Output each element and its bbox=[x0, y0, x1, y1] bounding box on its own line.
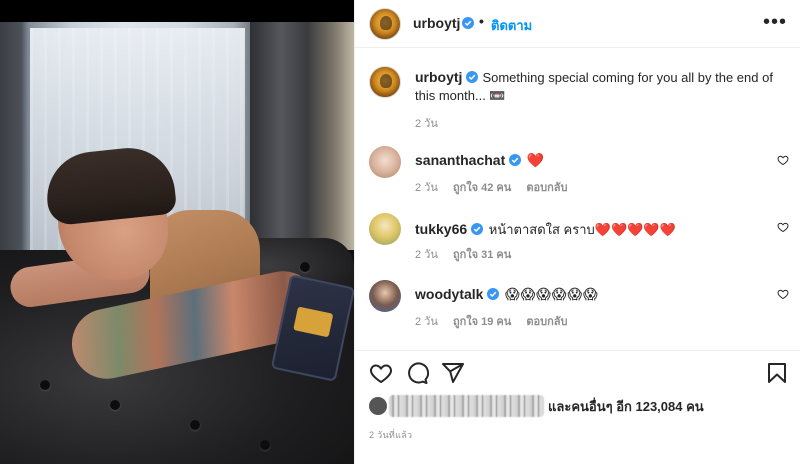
comment-like-heart-icon[interactable] bbox=[777, 288, 789, 300]
commenter-username[interactable]: sananthachat bbox=[415, 152, 505, 168]
comment-meta: 2 วัน ถูกใจ 19 คน ตอบกลับ bbox=[415, 312, 580, 330]
verified-badge-icon bbox=[487, 288, 500, 300]
comment-item: sananthachat ❤️ 2 วัน ถูกใจ 42 คน ตอบกลั… bbox=[355, 146, 800, 206]
more-options-icon[interactable]: ••• bbox=[763, 8, 787, 36]
comment-icon[interactable] bbox=[405, 361, 429, 385]
sofa-tuft bbox=[260, 440, 270, 450]
verified-badge-icon bbox=[471, 223, 484, 235]
heart-outline-icon[interactable] bbox=[369, 361, 393, 385]
separator-dot: • bbox=[479, 13, 484, 29]
author-username[interactable]: urboytj bbox=[413, 15, 460, 31]
post-header: urboytj • ติดตาม ••• bbox=[355, 0, 800, 48]
reply-button[interactable]: ตอบกลับ bbox=[526, 316, 567, 328]
reply-button[interactable]: ตอบกลับ bbox=[526, 182, 567, 194]
sofa-tuft bbox=[300, 262, 310, 272]
caption-username[interactable]: urboytj bbox=[415, 69, 462, 85]
comment-time: 2 วัน bbox=[415, 249, 438, 261]
likes-summary[interactable]: และคนอื่นๆ อีก 123,084 คน bbox=[369, 395, 704, 417]
commenter-username[interactable]: tukky66 bbox=[415, 221, 467, 237]
comment-item: tukky66 หน้าตาสดใส คราบ❤️❤️❤️❤️❤️ 2 วัน … bbox=[355, 213, 800, 273]
comment-item: woodytalk 😱😱😱😱😱😱 2 วัน ถูกใจ 19 คน ตอบกล… bbox=[355, 280, 800, 340]
bookmark-icon[interactable] bbox=[765, 361, 789, 385]
verified-badge-icon bbox=[466, 71, 479, 83]
comment-time: 2 วัน bbox=[415, 316, 438, 328]
comment-time: 2 วัน bbox=[415, 182, 438, 194]
commenter-avatar[interactable] bbox=[369, 213, 401, 245]
comment-likes[interactable]: ถูกใจ 42 คน bbox=[453, 182, 511, 194]
comment-text: ❤️ bbox=[526, 152, 545, 168]
comment-like-heart-icon[interactable] bbox=[777, 221, 789, 233]
comment-line: woodytalk 😱😱😱😱😱😱 bbox=[415, 286, 599, 303]
sofa-tuft bbox=[190, 420, 200, 430]
commenter-username[interactable]: woodytalk bbox=[415, 286, 483, 302]
comment-line: tukky66 หน้าตาสดใส คราบ❤️❤️❤️❤️❤️ bbox=[415, 219, 676, 240]
post-timestamp: 2 วันที่แล้ว bbox=[369, 430, 413, 440]
action-bar bbox=[355, 350, 800, 394]
comment-meta: 2 วัน ถูกใจ 42 คน ตอบกลับ bbox=[415, 178, 580, 196]
sofa-tuft bbox=[40, 380, 50, 390]
sofa-tuft bbox=[110, 400, 120, 410]
verified-badge-icon bbox=[462, 17, 474, 29]
caption-time: 2 วัน bbox=[415, 118, 438, 130]
comment-likes[interactable]: ถูกใจ 19 คน bbox=[453, 316, 511, 328]
follow-button[interactable]: ติดตาม bbox=[491, 15, 532, 36]
post-photo[interactable] bbox=[0, 0, 354, 464]
photo-curtain bbox=[250, 22, 354, 272]
caption-text-block: urboytj Something special coming for you … bbox=[415, 68, 785, 105]
photo-top-bar bbox=[0, 0, 354, 22]
comment-line: sananthachat ❤️ bbox=[415, 152, 544, 169]
caption-author-avatar[interactable] bbox=[369, 66, 401, 98]
blurred-liker-names bbox=[389, 395, 544, 417]
comment-like-heart-icon[interactable] bbox=[777, 154, 789, 166]
comment-meta: 2 วัน ถูกใจ 31 คน bbox=[415, 245, 523, 263]
comment-text: 😱😱😱😱😱😱 bbox=[505, 286, 599, 302]
comment-likes[interactable]: ถูกใจ 31 คน bbox=[453, 249, 511, 261]
comment-text: หน้าตาสดใส คราบ❤️❤️❤️❤️❤️ bbox=[488, 222, 676, 237]
commenter-avatar[interactable] bbox=[369, 280, 401, 312]
liker-avatar bbox=[369, 397, 387, 415]
post-detail-panel: urboytj • ติดตาม ••• urboytj Something sp… bbox=[354, 0, 800, 464]
author-avatar[interactable] bbox=[369, 8, 401, 40]
verified-badge-icon bbox=[509, 154, 522, 166]
commenter-avatar[interactable] bbox=[369, 146, 401, 178]
share-icon[interactable] bbox=[441, 361, 465, 385]
likes-count-text: และคนอื่นๆ อีก 123,084 คน bbox=[548, 399, 704, 414]
